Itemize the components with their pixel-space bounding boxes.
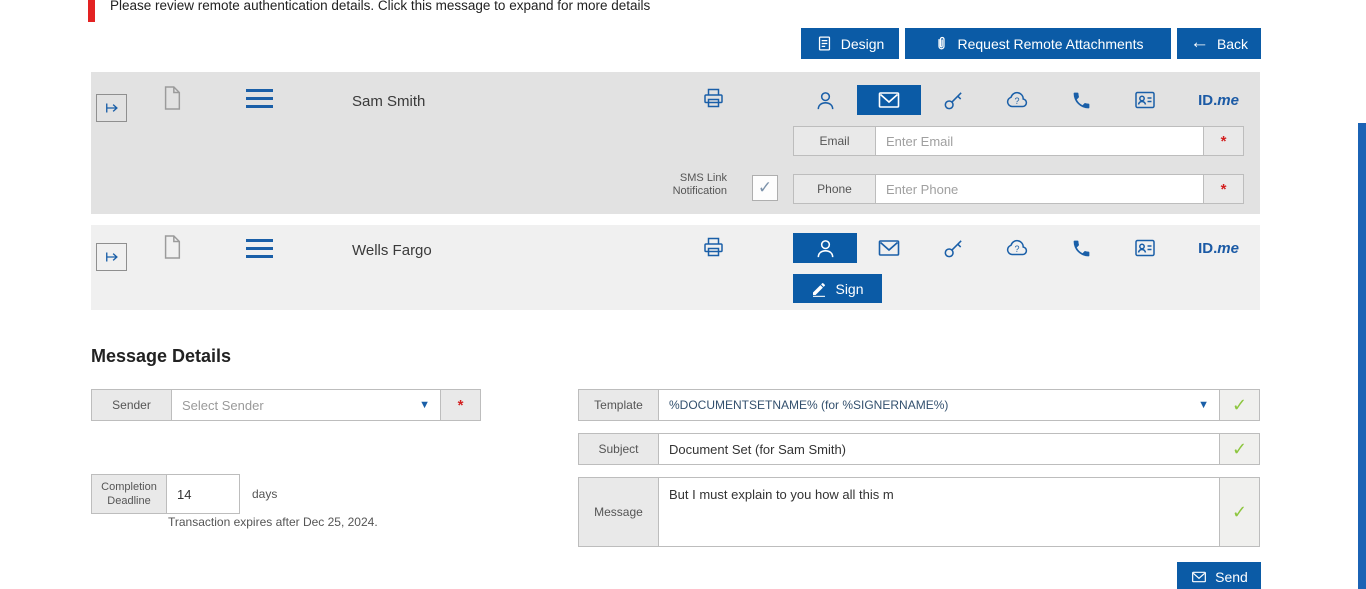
- auth-method-in-person[interactable]: [793, 233, 857, 263]
- auth-method-selector: ? ID.me: [793, 85, 1260, 115]
- deadline-unit-label: days: [252, 487, 277, 501]
- sender-label: Sender: [92, 390, 172, 420]
- design-button[interactable]: Design: [801, 28, 899, 59]
- signer-row-sam-smith: Sam Smith ? ID.me: [91, 72, 1260, 214]
- completion-deadline-input[interactable]: [167, 475, 239, 513]
- paperclip-icon: [933, 35, 950, 52]
- email-label: Email: [794, 127, 876, 155]
- id-card-icon: [1133, 88, 1157, 112]
- auth-method-phone[interactable]: [1049, 233, 1113, 263]
- sign-button[interactable]: Sign: [793, 274, 882, 303]
- pen-icon: [811, 281, 827, 297]
- auth-method-idme[interactable]: ID.me: [1177, 233, 1260, 263]
- message-valid-check-icon: ✓: [1219, 478, 1259, 546]
- cloud-question-icon: ?: [1005, 88, 1029, 112]
- scrollbar-strip[interactable]: [1358, 123, 1366, 589]
- message-textarea[interactable]: But I must explain to you how all this m: [659, 478, 1219, 546]
- message-field-group: Message But I must explain to you how al…: [578, 477, 1260, 547]
- auth-method-kba[interactable]: ?: [985, 85, 1049, 115]
- auth-method-in-person[interactable]: [793, 85, 857, 115]
- chevron-down-icon: ▼: [1198, 399, 1209, 411]
- sms-link-notification-label: SMS Link Notification: [637, 172, 727, 198]
- message-label: Message: [579, 478, 659, 546]
- notification-message: Please review remote authentication deta…: [110, 0, 650, 13]
- auth-method-key[interactable]: [921, 233, 985, 263]
- signing-order-button[interactable]: [96, 243, 127, 271]
- person-icon: [814, 89, 837, 112]
- phone-icon: [1071, 90, 1092, 111]
- back-arrow-icon: ←: [1190, 33, 1209, 52]
- auth-method-id-card[interactable]: [1113, 85, 1177, 115]
- sender-required-marker: *: [440, 390, 480, 420]
- subject-input[interactable]: [659, 434, 1219, 464]
- template-valid-check-icon: ✓: [1219, 390, 1259, 420]
- subject-label: Subject: [579, 434, 659, 464]
- svg-text:?: ?: [1014, 244, 1019, 254]
- phone-field-group: Phone *: [793, 174, 1244, 204]
- reorder-handle-icon[interactable]: [246, 239, 273, 263]
- checkmark-icon: ✓: [758, 178, 772, 198]
- phone-label: Phone: [794, 175, 876, 203]
- email-required-marker: *: [1203, 127, 1243, 155]
- signer-row-wells-fargo: Wells Fargo ? ID.me: [91, 225, 1260, 310]
- completion-deadline-label: Completion Deadline: [92, 475, 167, 513]
- template-dropdown[interactable]: %DOCUMENTSETNAME% (for %SIGNERNAME%) ▼: [659, 390, 1219, 420]
- phone-input[interactable]: [876, 175, 1203, 203]
- auth-method-key[interactable]: [921, 85, 985, 115]
- svg-text:?: ?: [1014, 96, 1019, 106]
- idme-logo: ID.: [1198, 92, 1217, 109]
- signer-name: Wells Fargo: [352, 242, 432, 259]
- send-transaction-page: Please review remote authentication deta…: [0, 0, 1366, 589]
- key-icon: [942, 237, 965, 260]
- deadline-expiry-note: Transaction expires after Dec 25, 2024.: [168, 515, 378, 529]
- phone-required-marker: *: [1203, 175, 1243, 203]
- sms-link-notification-checkbox[interactable]: ✓: [752, 175, 778, 201]
- idme-logo: ID.: [1198, 240, 1217, 257]
- phone-icon: [1071, 238, 1092, 259]
- document-status-icon: [161, 84, 183, 117]
- signing-order-button[interactable]: [96, 94, 127, 122]
- chevron-down-icon: ▼: [419, 399, 430, 411]
- signer-name: Sam Smith: [352, 93, 425, 110]
- auth-method-email[interactable]: [857, 85, 921, 115]
- auth-method-email[interactable]: [857, 233, 921, 263]
- email-field-group: Email *: [793, 126, 1244, 156]
- reorder-handle-icon[interactable]: [246, 89, 273, 113]
- id-card-icon: [1133, 236, 1157, 260]
- template-label: Template: [579, 390, 659, 420]
- flow-arrow-icon: [103, 248, 121, 266]
- document-status-icon: [161, 233, 183, 266]
- person-icon: [814, 237, 837, 260]
- auth-method-selector: ? ID.me: [793, 233, 1260, 263]
- subject-field-group: Subject ✓: [578, 433, 1260, 465]
- envelope-icon: [877, 88, 901, 112]
- message-details-title: Message Details: [91, 346, 231, 367]
- auth-method-phone[interactable]: [1049, 85, 1113, 115]
- cloud-question-icon: ?: [1005, 236, 1029, 260]
- flow-arrow-icon: [103, 99, 121, 117]
- request-remote-attachments-button[interactable]: Request Remote Attachments: [905, 28, 1171, 59]
- sender-dropdown[interactable]: Select Sender ▼: [172, 390, 440, 420]
- completion-deadline-group: Completion Deadline: [91, 474, 240, 514]
- subject-valid-check-icon: ✓: [1219, 434, 1259, 464]
- key-icon: [942, 89, 965, 112]
- send-envelope-icon: [1190, 569, 1208, 585]
- sender-field-group: Sender Select Sender ▼ *: [91, 389, 481, 421]
- back-button[interactable]: ← Back: [1177, 28, 1261, 59]
- envelope-icon: [877, 236, 901, 260]
- print-icon[interactable]: [701, 86, 726, 113]
- design-document-icon: [816, 35, 833, 52]
- notification-accent-bar: [88, 0, 95, 22]
- print-icon[interactable]: [701, 235, 726, 262]
- auth-method-kba[interactable]: ?: [985, 233, 1049, 263]
- email-input[interactable]: [876, 127, 1203, 155]
- send-button[interactable]: Send: [1177, 562, 1261, 589]
- auth-method-id-card[interactable]: [1113, 233, 1177, 263]
- auth-method-idme[interactable]: ID.me: [1177, 85, 1260, 115]
- template-field-group: Template %DOCUMENTSETNAME% (for %SIGNERN…: [578, 389, 1260, 421]
